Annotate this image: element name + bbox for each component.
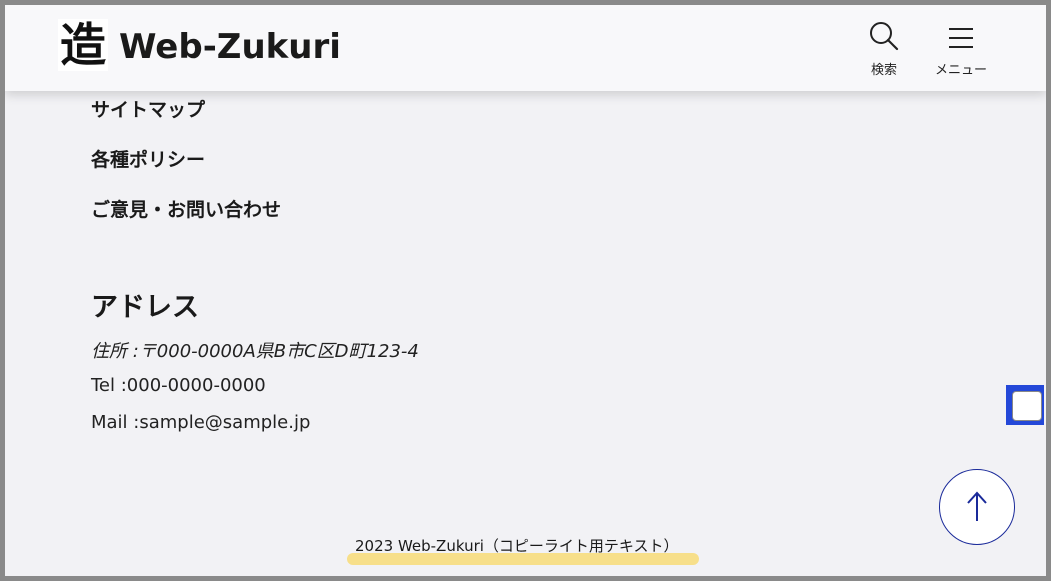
hamburger-menu-icon xyxy=(949,28,973,48)
menu-label: メニュー xyxy=(934,63,987,78)
side-checkbox[interactable] xyxy=(1006,385,1044,425)
page-viewport: 造 Web-Zukuri 検索 メニュー サイトマップ 各種ポリシー ご意見・お… xyxy=(5,5,1046,576)
address-heading: アドレス xyxy=(91,292,199,323)
copyright-text: 2023 Web-Zukuri（コピーライト用テキスト） xyxy=(355,537,679,555)
nav-item-sitemap[interactable]: サイトマップ xyxy=(91,97,281,147)
menu-button[interactable]: メニュー xyxy=(931,21,991,78)
checkbox-box xyxy=(1012,391,1042,421)
nav-item-contact[interactable]: ご意見・お問い合わせ xyxy=(91,197,281,247)
arrow-up-icon xyxy=(966,491,987,521)
site-header: 造 Web-Zukuri 検索 メニュー xyxy=(5,5,1046,91)
footer-nav: サイトマップ 各種ポリシー ご意見・お問い合わせ xyxy=(91,97,281,247)
nav-item-policies[interactable]: 各種ポリシー xyxy=(91,147,281,197)
address-tel: Tel :000-0000-0000 xyxy=(91,375,266,396)
search-icon xyxy=(870,22,899,51)
site-name[interactable]: Web-Zukuri xyxy=(119,27,341,67)
search-button[interactable]: 検索 xyxy=(854,21,914,78)
address-location: 住所 :〒000-0000A県B市C区D町123-4 xyxy=(91,341,419,362)
site-logo-mark[interactable]: 造 xyxy=(58,19,108,71)
search-label: 検索 xyxy=(870,63,897,78)
back-to-top-button[interactable] xyxy=(939,469,1015,545)
address-mail: Mail :sample@sample.jp xyxy=(91,412,311,433)
